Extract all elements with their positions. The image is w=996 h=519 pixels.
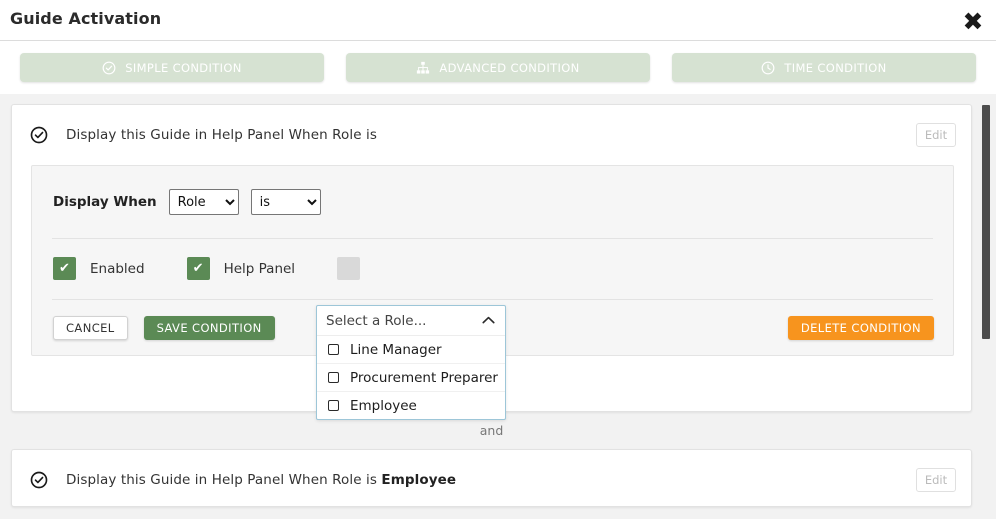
role-option-employee[interactable]: Employee bbox=[317, 392, 505, 419]
role-multiselect-dropdown: Select a Role... Line Manager Procuremen… bbox=[316, 305, 506, 420]
toggle-row: ✔ Enabled ✔ Help Panel bbox=[32, 238, 953, 299]
condition-1-edit-button[interactable]: Edit bbox=[916, 123, 956, 147]
help-panel-checkbox[interactable]: ✔ bbox=[186, 257, 210, 280]
role-multiselect-toggle[interactable]: Select a Role... bbox=[317, 306, 505, 336]
condition-2-header: Display this Guide in Help Panel When Ro… bbox=[12, 450, 971, 510]
clock-icon bbox=[761, 61, 775, 75]
tab-simple-condition[interactable]: SIMPLE CONDITION bbox=[20, 53, 324, 82]
condition-1-summary: Display this Guide in Help Panel When Ro… bbox=[66, 127, 378, 143]
check-circle-icon bbox=[102, 61, 116, 75]
role-option-checkbox[interactable] bbox=[328, 344, 339, 355]
condition-type-tabs: SIMPLE CONDITION ADVANCED CONDITION TIME… bbox=[0, 41, 996, 94]
chevron-up-icon bbox=[482, 315, 495, 326]
role-option-procurement-preparer[interactable]: Procurement Preparer bbox=[317, 364, 505, 392]
help-panel-label: Help Panel bbox=[223, 260, 296, 277]
field-select[interactable]: Role bbox=[168, 189, 239, 215]
condition-2-summary: Display this Guide in Help Panel When Ro… bbox=[66, 472, 456, 488]
display-when-row: Display When Role is bbox=[32, 166, 953, 238]
role-option-line-manager[interactable]: Line Manager bbox=[317, 336, 505, 364]
role-option-checkbox[interactable] bbox=[328, 372, 339, 383]
enabled-checkbox[interactable]: ✔ bbox=[53, 257, 76, 280]
role-option-label: Line Manager bbox=[350, 341, 442, 358]
role-option-checkbox[interactable] bbox=[328, 400, 339, 411]
tab-time-condition-label: TIME CONDITION bbox=[784, 60, 887, 75]
scrollbar-track[interactable] bbox=[981, 94, 994, 519]
close-icon[interactable]: ✖ bbox=[959, 7, 987, 35]
role-multiselect-placeholder: Select a Role... bbox=[326, 312, 427, 329]
tab-simple-condition-label: SIMPLE CONDITION bbox=[125, 60, 242, 75]
tab-advanced-condition-label: ADVANCED CONDITION bbox=[439, 60, 580, 75]
condition-2-summary-prefix: Display this Guide in Help Panel When Ro… bbox=[66, 472, 382, 488]
role-option-label: Procurement Preparer bbox=[350, 369, 498, 386]
condition-2-summary-value: Employee bbox=[381, 472, 457, 488]
conditions-scroll-area: Display this Guide in Help Panel When Ro… bbox=[0, 94, 996, 519]
tab-time-condition[interactable]: TIME CONDITION bbox=[672, 53, 976, 82]
modal-header: Guide Activation ✖ bbox=[0, 0, 996, 41]
scrollbar-thumb[interactable] bbox=[982, 105, 990, 339]
enabled-label: Enabled bbox=[90, 260, 145, 277]
condition-2-edit-button[interactable]: Edit bbox=[916, 468, 956, 492]
tab-advanced-condition[interactable]: ADVANCED CONDITION bbox=[346, 53, 650, 82]
sitemap-icon bbox=[416, 61, 430, 75]
check-circle-icon bbox=[30, 126, 48, 144]
role-option-label: Employee bbox=[350, 397, 417, 414]
condition-1-header: Display this Guide in Help Panel When Ro… bbox=[12, 105, 971, 165]
page-title: Guide Activation bbox=[10, 9, 162, 28]
save-condition-button[interactable]: SAVE CONDITION bbox=[143, 316, 275, 340]
delete-condition-button[interactable]: DELETE CONDITION bbox=[787, 316, 934, 340]
display-when-label: Display When bbox=[53, 194, 157, 210]
cancel-button[interactable]: CANCEL bbox=[53, 316, 128, 340]
operator-select[interactable]: is bbox=[250, 189, 321, 215]
third-option-checkbox[interactable] bbox=[337, 257, 361, 280]
condition-card-2: Display this Guide in Help Panel When Ro… bbox=[11, 449, 972, 507]
check-circle-icon bbox=[30, 471, 48, 489]
